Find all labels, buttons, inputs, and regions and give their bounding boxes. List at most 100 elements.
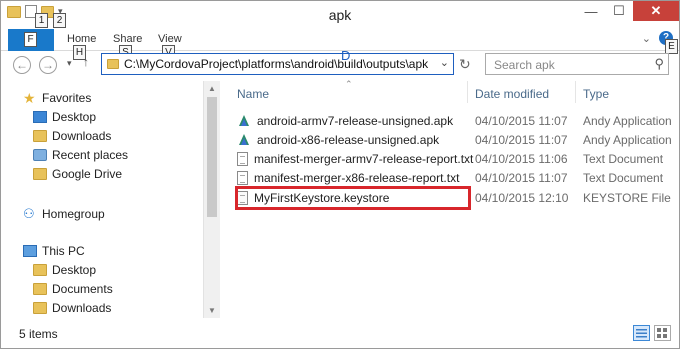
folder-icon — [107, 59, 119, 69]
address-bar[interactable]: C:\MyCordovaProject\platforms\android\bu… — [101, 53, 454, 75]
back-button[interactable]: ← — [13, 56, 31, 74]
desktop-icon — [33, 111, 47, 123]
tab-home-label: Home — [67, 33, 97, 45]
nav-item-recent-places[interactable]: Recent places — [33, 146, 128, 164]
navigation-pane: ★ Favorites Desktop Downloads Recent pla… — [1, 81, 203, 317]
window-controls: — ☐ ✕ — [577, 1, 679, 21]
address-row: ← → ▾ ↑ C:\MyCordovaProject\platforms\an… — [1, 48, 679, 79]
nav-item-downloads[interactable]: Downloads — [33, 127, 111, 145]
nav-homegroup[interactable]: ⚇ Homegroup — [23, 205, 105, 223]
apk-icon — [239, 115, 249, 126]
downloads-folder-icon — [33, 130, 47, 142]
minimize-button[interactable]: — — [577, 1, 605, 21]
column-date-label: Date modified — [475, 87, 550, 101]
tab-home[interactable]: Home H — [67, 33, 97, 60]
tab-view-label: View — [158, 33, 182, 45]
nav-item-pc-documents[interactable]: Documents — [33, 280, 113, 298]
scroll-up-icon[interactable]: ▲ — [208, 84, 216, 93]
details-view-button[interactable] — [633, 325, 650, 341]
column-type-label: Type — [583, 87, 610, 101]
nav-item-pc-desktop[interactable]: Desktop — [33, 261, 96, 279]
file-date: 04/10/2015 11:06 — [475, 152, 568, 166]
up-button[interactable]: ↑ — [83, 55, 89, 69]
column-header-type[interactable]: Type — [583, 87, 609, 101]
column-name-label: Name — [237, 87, 270, 101]
column-divider[interactable] — [575, 81, 576, 103]
maximize-button[interactable]: ☐ — [605, 1, 633, 21]
address-dropdown-icon[interactable]: ⌄ — [440, 56, 449, 69]
large-icons-view-button[interactable] — [654, 325, 671, 341]
file-list: Name ⌃ Date modified Type android-armv7-… — [227, 79, 679, 317]
file-name: android-armv7-release-unsigned.apk — [257, 114, 454, 128]
column-header-date[interactable]: Date modified — [475, 87, 549, 101]
apk-icon — [239, 134, 249, 145]
back-arrow-icon: ← — [16, 58, 28, 72]
file-date: 04/10/2015 11:07 — [475, 171, 568, 185]
homegroup-icon: ⚇ — [23, 206, 35, 221]
file-row[interactable]: android-x86-release-unsigned.apk 04/10/2… — [227, 130, 679, 149]
status-bar: 5 items — [1, 319, 679, 348]
nav-item-pc-downloads[interactable]: Downloads — [33, 299, 111, 317]
desktop-folder-icon — [33, 264, 47, 276]
file-row[interactable]: manifest-merger-x86-release-report.txt 0… — [227, 168, 679, 187]
nav-this-pc-label: This PC — [42, 244, 85, 258]
file-row[interactable]: android-armv7-release-unsigned.apk 04/10… — [227, 111, 679, 130]
forward-button[interactable]: → — [39, 56, 57, 74]
file-name: android-x86-release-unsigned.apk — [257, 133, 440, 147]
close-button[interactable]: ✕ — [633, 1, 679, 21]
file-row[interactable]: manifest-merger-armv7-release-report.txt… — [227, 149, 679, 168]
nav-item-google-drive[interactable]: Google Drive — [33, 165, 122, 183]
nav-homegroup-label: Homegroup — [42, 207, 105, 221]
file-date: 04/10/2015 11:07 — [475, 133, 568, 147]
title-bar: ▾ 1 2 apk — ☐ ✕ — [1, 1, 679, 29]
nav-item-label: Downloads — [52, 301, 112, 315]
google-drive-folder-icon — [33, 168, 47, 180]
star-icon: ★ — [23, 90, 36, 106]
close-icon: ✕ — [650, 3, 662, 18]
file-type: KEYSTORE File — [583, 191, 671, 205]
highlight-box — [235, 186, 471, 210]
file-date: 04/10/2015 12:10 — [475, 191, 569, 205]
file-type: Andy Application — [583, 114, 672, 128]
tab-share-label: Share — [113, 33, 143, 45]
computer-icon — [23, 245, 37, 257]
scroll-down-icon[interactable]: ▼ — [208, 306, 216, 315]
file-type: Andy Application — [583, 133, 672, 147]
file-tab[interactable]: F — [8, 29, 54, 51]
file-keytip: F — [24, 32, 37, 47]
nav-this-pc[interactable]: This PC — [23, 242, 85, 260]
nav-item-label: Google Drive — [52, 167, 123, 181]
nav-item-label: Downloads — [52, 129, 112, 143]
nav-item-label: Desktop — [52, 110, 97, 124]
documents-folder-icon — [33, 283, 47, 295]
navigation-scrollbar[interactable]: ▲ ▼ — [203, 81, 220, 318]
address-path[interactable]: C:\MyCordovaProject\platforms\android\bu… — [124, 57, 428, 71]
sort-up-icon: ⌃ — [345, 79, 353, 89]
nav-item-desktop[interactable]: Desktop — [33, 108, 96, 126]
search-icon[interactable]: ⚲ — [654, 56, 664, 72]
file-name: manifest-merger-armv7-release-report.txt — [254, 152, 474, 166]
forward-arrow-icon: → — [42, 58, 54, 72]
details-view-icon — [636, 329, 647, 338]
scrollbar-thumb[interactable] — [207, 97, 217, 217]
nav-favorites[interactable]: ★ Favorites — [23, 89, 91, 107]
minimize-icon: — — [584, 3, 598, 19]
downloads-folder-icon — [33, 302, 47, 314]
tab-share[interactable]: Share S — [113, 33, 143, 60]
nav-item-label: Desktop — [52, 263, 97, 277]
file-type: Text Document — [583, 171, 664, 185]
maximize-icon: ☐ — [613, 3, 625, 18]
explorer-window: ▾ 1 2 apk — ☐ ✕ F Home H Share S View V … — [0, 0, 680, 349]
refresh-icon[interactable]: ↻ — [459, 56, 471, 73]
column-divider[interactable] — [467, 81, 468, 103]
search-box[interactable]: Search apk ⚲ — [485, 53, 669, 75]
text-file-icon — [237, 171, 248, 185]
expand-ribbon-icon[interactable]: ⌄ — [642, 32, 651, 45]
search-input[interactable]: Search apk — [494, 58, 555, 72]
recent-locations-icon[interactable]: ▾ — [67, 58, 72, 69]
column-header-name[interactable]: Name — [237, 87, 269, 101]
tab-view[interactable]: View V — [158, 33, 182, 60]
large-icons-view-icon — [657, 328, 667, 338]
file-name: manifest-merger-x86-release-report.txt — [254, 171, 460, 185]
address-keytip: D — [341, 48, 351, 63]
